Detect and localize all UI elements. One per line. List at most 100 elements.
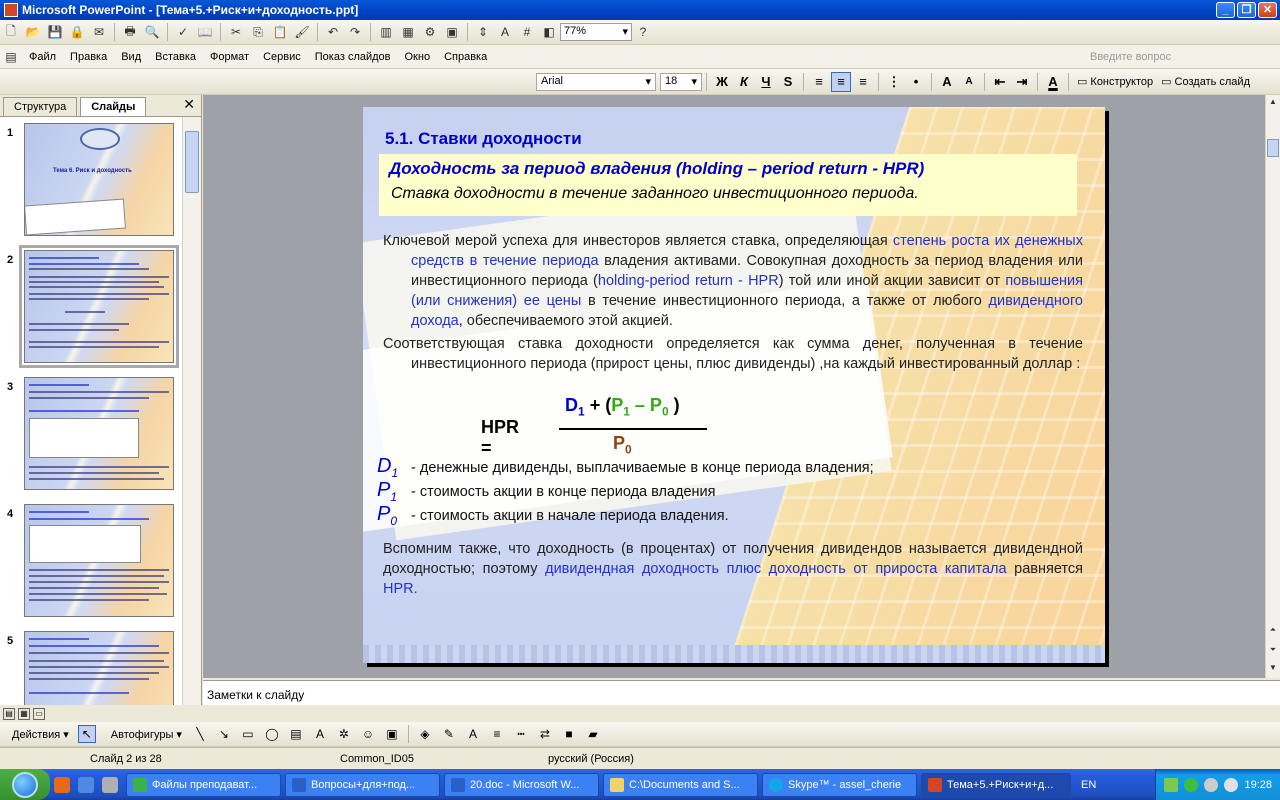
taskbar-item-chrome[interactable]: Файлы преподават... [126, 772, 281, 797]
skype-status-icon[interactable] [1184, 777, 1199, 792]
spelling-icon[interactable]: ✓ [174, 23, 192, 41]
menu-file[interactable]: Файл [22, 51, 63, 63]
paragraph-rate-definition[interactable]: Соответствующая ставка доходности опреде… [383, 334, 1083, 374]
expand-all-icon[interactable]: ⇕ [474, 23, 492, 41]
rectangle-icon[interactable]: ▭ [239, 725, 257, 743]
next-slide-icon[interactable]: ⏷ [1267, 645, 1279, 655]
numbering-icon[interactable]: ⋮ [884, 72, 904, 92]
font-color-icon[interactable]: A [1043, 72, 1063, 92]
taskbar-item-explorer[interactable]: C:\Documents and S... [603, 772, 758, 797]
thumbnail-scrollbar[interactable] [182, 117, 201, 705]
minimize-button[interactable]: _ [1216, 2, 1235, 18]
slide-thumbnail-5[interactable] [24, 631, 174, 705]
arrow-style-icon[interactable]: ⇄ [536, 725, 554, 743]
color-grayscale-icon[interactable]: ◧ [540, 23, 558, 41]
line-icon[interactable]: ╲ [191, 725, 209, 743]
arrow-icon[interactable]: ↘ [215, 725, 233, 743]
scrollbar-thumb[interactable] [1267, 139, 1279, 157]
copy-icon[interactable]: ⎘ [249, 23, 267, 41]
shadow-button[interactable]: S [778, 72, 798, 92]
email-icon[interactable]: ✉ [90, 23, 108, 41]
dash-style-icon[interactable]: ┅ [512, 725, 530, 743]
bold-button[interactable]: Ж [712, 72, 732, 92]
scroll-down-icon[interactable]: ▼ [1267, 663, 1279, 672]
start-button[interactable] [0, 769, 50, 800]
language-indicator[interactable]: EN [1081, 779, 1096, 791]
open-icon[interactable]: 📂 [24, 23, 42, 41]
definition-d1[interactable]: D1 - денежные дивиденды, выплачиваемые в … [377, 455, 874, 480]
shadow-style-icon[interactable]: ■ [560, 725, 578, 743]
scroll-up-icon[interactable]: ▲ [1267, 97, 1279, 106]
slide-thumbnail-3[interactable] [24, 377, 174, 490]
designer-button[interactable]: ▭ Конструктор [1073, 75, 1157, 89]
paragraph-dividend-yield[interactable]: Вспомним также, что доходность (в процен… [383, 539, 1083, 599]
fill-color-icon[interactable]: ◈ [416, 725, 434, 743]
select-pointer-icon[interactable]: ↖ [77, 725, 96, 743]
definition-p1[interactable]: P1 - стоимость акции в конце периода влад… [377, 479, 716, 504]
slide-subtitle-hpr[interactable]: Доходность за период владения (holding –… [389, 159, 924, 179]
clipart-icon[interactable]: ☺ [359, 725, 377, 743]
font-size-select[interactable]: 18 ▾ [660, 72, 702, 91]
menu-view[interactable]: Вид [114, 51, 148, 63]
menu-window[interactable]: Окно [398, 51, 438, 63]
show-grid-icon[interactable]: # [518, 23, 536, 41]
align-center-icon[interactable]: ≡ [831, 71, 851, 92]
research-icon[interactable]: 📖 [196, 23, 214, 41]
save-icon[interactable]: 💾 [46, 23, 64, 41]
bullets-icon[interactable]: • [906, 72, 926, 92]
show-desktop-icon[interactable] [78, 776, 94, 793]
undo-icon[interactable]: ↶ [324, 23, 342, 41]
new-slide-button[interactable]: ▭ Создать слайд [1157, 75, 1254, 89]
maximize-button[interactable]: ❐ [1237, 2, 1256, 18]
print-preview-icon[interactable]: 🔍 [143, 23, 161, 41]
close-button[interactable]: ✕ [1258, 2, 1277, 18]
3d-style-icon[interactable]: ▰ [584, 725, 602, 743]
help-question-input[interactable]: Введите вопрос [1090, 51, 1240, 63]
print-icon[interactable]: 🖶 [121, 23, 139, 41]
cut-icon[interactable]: ✂ [227, 23, 245, 41]
document-icon[interactable]: ▤ [2, 48, 20, 66]
wordart-icon[interactable]: A [311, 725, 329, 743]
close-icon[interactable]: ✕ [183, 96, 195, 113]
align-right-icon[interactable]: ≡ [853, 72, 873, 92]
current-slide[interactable]: 5.1. Ставки доходности Доходность за пер… [363, 107, 1105, 663]
normal-view-icon[interactable]: ▤ [3, 707, 15, 720]
underline-button[interactable]: Ч [756, 72, 776, 92]
new-icon[interactable]: 🗋 [2, 23, 20, 41]
textbox-icon[interactable]: ▤ [287, 725, 305, 743]
notes-pane[interactable]: Заметки к слайду [203, 680, 1280, 705]
taskbar-item-powerpoint[interactable]: Тема+5.+Риск+и+д... [921, 772, 1071, 797]
network-icon[interactable] [1204, 777, 1219, 792]
autoshapes-menu[interactable]: Автофигуры ▾ [99, 728, 188, 741]
oval-icon[interactable]: ◯ [263, 725, 281, 743]
decrease-indent-icon[interactable]: ⇤ [990, 72, 1010, 92]
decrease-font-icon[interactable]: A [959, 72, 979, 92]
line-style-icon[interactable]: ≡ [488, 725, 506, 743]
paragraph-key-measure[interactable]: Ключевой мерой успеха для инвесторов явл… [383, 231, 1083, 331]
main-vertical-scrollbar[interactable]: ▲ ⏶ ⏷ ▼ [1265, 95, 1280, 678]
menu-format[interactable]: Формат [203, 51, 256, 63]
actions-menu[interactable]: Действия ▾ [0, 728, 75, 741]
increase-indent-icon[interactable]: ⇥ [1012, 72, 1032, 92]
line-color-icon[interactable]: ✎ [440, 725, 458, 743]
signal-icon[interactable] [1164, 777, 1179, 792]
slide-subtitle-definition[interactable]: Ставка доходности в течение заданного ин… [391, 185, 919, 203]
definition-p0[interactable]: P0 - стоимость акции в начале периода вла… [377, 503, 729, 528]
taskbar-item-word-questions[interactable]: Вопросы+для+под... [285, 772, 440, 797]
tab-slides[interactable]: Слайды [80, 97, 147, 116]
slideshow-view-icon[interactable]: ▭ [33, 707, 45, 720]
format-painter-icon[interactable]: 🖌 [293, 23, 311, 41]
media-icon[interactable] [102, 776, 118, 793]
zoom-select[interactable]: 77% ▾ [560, 23, 632, 41]
previous-slide-icon[interactable]: ⏶ [1267, 625, 1279, 635]
slide-thumbnail-1[interactable]: Тема 6. Риск и доходность [24, 123, 174, 236]
show-formatting-icon[interactable]: A [496, 23, 514, 41]
insert-picture-icon[interactable]: ▣ [443, 23, 461, 41]
increase-font-icon[interactable]: A [937, 72, 957, 92]
menu-help[interactable]: Справка [437, 51, 494, 63]
menu-tools[interactable]: Сервис [256, 51, 308, 63]
volume-icon[interactable] [1224, 777, 1239, 792]
menu-edit[interactable]: Правка [63, 51, 114, 63]
slide-sorter-icon[interactable]: ▦ [18, 707, 30, 720]
tab-outline[interactable]: Структура [3, 97, 78, 116]
